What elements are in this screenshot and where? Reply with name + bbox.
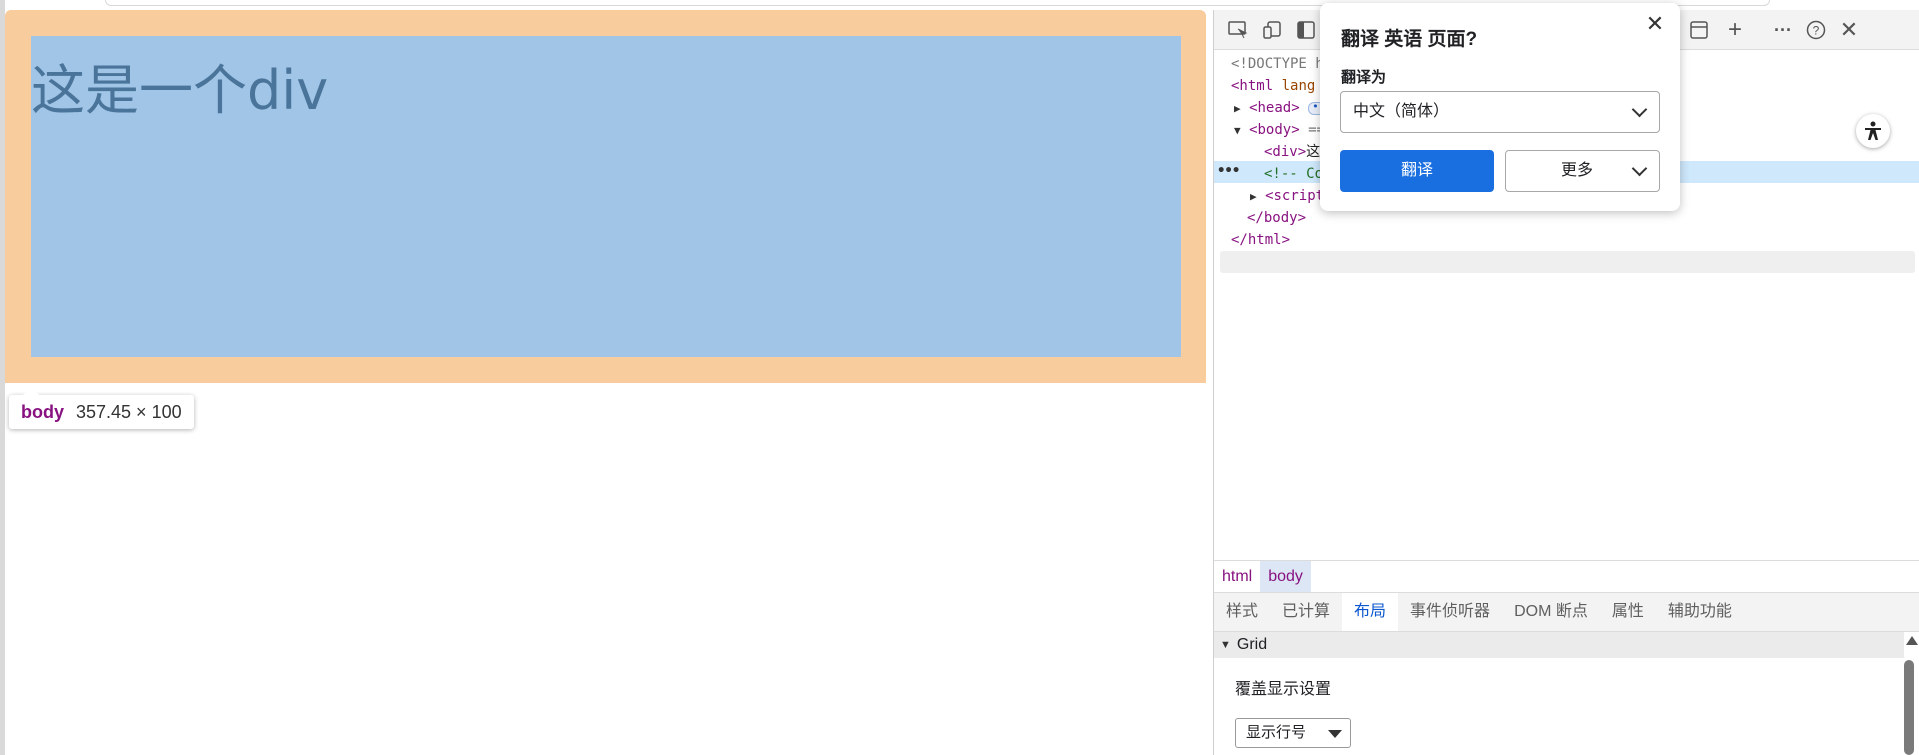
breadcrumb-body[interactable]: body	[1260, 560, 1311, 593]
doctype-text: <!DOCTYPE h	[1231, 56, 1324, 72]
tab-event-listeners[interactable]: 事件侦听器	[1398, 593, 1502, 631]
body-tag: <body>	[1249, 122, 1300, 138]
html-close-tag: </html>	[1231, 232, 1291, 248]
more-button-label: 更多	[1561, 162, 1594, 179]
translate-button[interactable]: 翻译	[1340, 150, 1494, 192]
tab-styles[interactable]: 样式	[1214, 593, 1270, 631]
tooltip-tag: body	[21, 401, 64, 422]
target-language-value: 中文（简体）	[1353, 103, 1450, 120]
inspect-icon[interactable]	[1226, 18, 1250, 42]
close-devtools-icon[interactable]: ✕	[1837, 17, 1861, 42]
tab-computed[interactable]: 已计算	[1270, 593, 1342, 631]
tab-properties[interactable]: 属性	[1600, 593, 1656, 631]
dropdown-caret-icon	[1328, 730, 1342, 738]
breadcrumb: html body	[1214, 560, 1919, 593]
collapse-triangle-icon: ▼	[1220, 639, 1231, 651]
comment-text: <!-- Co	[1264, 166, 1324, 182]
element-tooltip: body 357.45 × 100	[9, 387, 194, 429]
script-tag: <script	[1265, 188, 1325, 204]
scroll-up-icon[interactable]	[1906, 636, 1918, 645]
chevron-down-icon	[1631, 101, 1648, 118]
dom-script[interactable]: ▶ <script	[1250, 185, 1324, 207]
scrollbar-thumb[interactable]	[1904, 660, 1914, 755]
dom-html-close[interactable]: </html>	[1231, 229, 1290, 251]
dock-side-icon[interactable]	[1294, 18, 1318, 42]
dom-body[interactable]: ▼ <body> ==	[1234, 119, 1325, 141]
translate-popup: 翻译 英语 页面? ✕ 翻译为 中文（简体） 翻译 更多	[1320, 3, 1680, 211]
translate-title: 翻译 英语 页面?	[1341, 29, 1478, 50]
help-icon[interactable]: ?	[1804, 18, 1828, 42]
dom-body-close[interactable]: </body>	[1247, 207, 1306, 229]
tab-accessibility[interactable]: 辅助功能	[1656, 593, 1744, 631]
layout-panel: ▼ Grid 覆盖显示设置 显示行号	[1214, 632, 1919, 755]
page-div-text: 这是一个div	[31, 59, 329, 122]
tab-layout[interactable]: 布局	[1342, 593, 1399, 631]
grid-section-title: Grid	[1236, 636, 1268, 653]
div-text-node: 这	[1306, 144, 1321, 160]
tab-dom-breakpoints[interactable]: DOM 断点	[1502, 593, 1600, 631]
dom-doctype[interactable]: <!DOCTYPE h	[1231, 53, 1324, 75]
overlay-display-value: 显示行号	[1246, 724, 1307, 741]
tooltip-size: 357.45 × 100	[76, 401, 182, 422]
dom-comment[interactable]: <!-- Co	[1264, 163, 1323, 185]
panel-layout-icon[interactable]	[1687, 18, 1711, 42]
overlay-settings-label: 覆盖显示设置	[1235, 681, 1332, 698]
svg-text:?: ?	[1813, 24, 1820, 38]
sidebar-tabs: 样式 已计算 布局 事件侦听器 DOM 断点 属性 辅助功能	[1214, 592, 1919, 632]
html-attr: lang	[1281, 78, 1316, 94]
translate-to-label: 翻译为	[1341, 69, 1387, 86]
div-tag: <div>	[1264, 144, 1307, 160]
row-actions-icon[interactable]: •••	[1217, 163, 1240, 179]
head-tag: <head>	[1249, 100, 1300, 116]
chevron-down-icon	[1631, 160, 1648, 177]
add-tab-icon[interactable]: +	[1723, 16, 1747, 43]
accessibility-icon[interactable]	[1856, 114, 1890, 148]
dom-div[interactable]: <div>这	[1264, 141, 1320, 163]
expand-triangle-icon[interactable]: ▶	[1250, 190, 1257, 203]
hovered-row-highlight	[1220, 251, 1915, 273]
close-icon[interactable]: ✕	[1644, 13, 1666, 35]
dom-html[interactable]: <html lang	[1231, 75, 1315, 97]
overlay-display-select[interactable]: 显示行号	[1235, 718, 1351, 748]
target-language-select[interactable]: 中文（简体）	[1340, 91, 1660, 133]
more-button[interactable]: 更多	[1505, 150, 1660, 192]
expand-triangle-icon[interactable]: ▶	[1234, 102, 1241, 115]
body-close-tag: </body>	[1247, 210, 1307, 226]
collapse-triangle-icon[interactable]: ▼	[1234, 124, 1241, 137]
more-options-icon[interactable]: ···	[1771, 18, 1795, 42]
grid-section-header[interactable]: ▼ Grid	[1214, 632, 1904, 658]
html-tag: <html	[1231, 78, 1274, 94]
device-emulation-icon[interactable]	[1261, 18, 1285, 42]
breadcrumb-html[interactable]: html	[1214, 561, 1260, 593]
